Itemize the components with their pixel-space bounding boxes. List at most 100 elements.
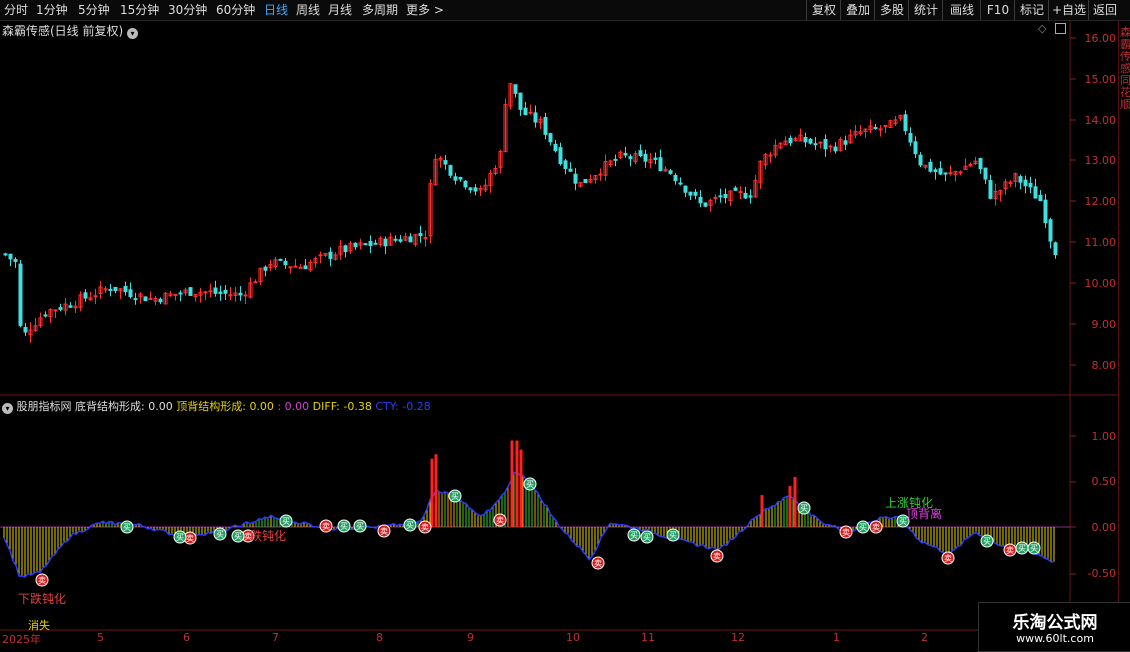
sell-marker-label: 卖 xyxy=(944,554,952,563)
buy-marker-label: 买 xyxy=(451,492,459,501)
candle-body xyxy=(3,253,8,256)
candle-body xyxy=(568,168,573,172)
candle-body xyxy=(448,165,453,176)
watermark-title: 乐淘公式网 xyxy=(1012,613,1098,633)
x-label-jul: 7 xyxy=(272,631,279,644)
chevron-down-icon[interactable]: ▾ xyxy=(2,403,13,414)
buy-marker-label: 买 xyxy=(669,531,677,540)
top-divergence-annotation: 顶背离 xyxy=(906,507,943,521)
candle-body xyxy=(443,160,448,165)
candle-body xyxy=(143,296,148,302)
price-tick-12: 12.00 xyxy=(1084,195,1117,208)
candle-body xyxy=(573,173,578,184)
candle-body xyxy=(988,180,993,199)
candle-body xyxy=(518,92,523,110)
candle-body xyxy=(203,291,208,294)
watermark-url: www.60lt.com xyxy=(1016,632,1094,645)
candle-body xyxy=(878,128,883,131)
candle-body xyxy=(768,154,773,157)
buy-marker-label: 买 xyxy=(643,533,651,542)
candle-body xyxy=(128,289,133,298)
x-label-jan: 1 xyxy=(833,631,840,644)
sell-marker-label: 卖 xyxy=(872,523,880,532)
candle-body xyxy=(18,263,23,326)
candle-body xyxy=(913,141,918,155)
candle-body xyxy=(453,176,458,181)
candle-body xyxy=(318,254,323,257)
sell-marker-label: 卖 xyxy=(186,534,194,543)
candle-body xyxy=(583,179,588,184)
candle-body xyxy=(523,107,528,116)
sell-marker-label: 卖 xyxy=(322,522,330,531)
candle-body xyxy=(353,242,358,248)
candle-body xyxy=(1028,182,1033,188)
candle-body xyxy=(243,294,248,297)
price-tick-9: 9.00 xyxy=(1091,318,1117,331)
separator: : xyxy=(277,400,282,413)
candle-body xyxy=(23,326,28,333)
candle-body xyxy=(528,111,533,114)
candle-body xyxy=(978,157,983,170)
kline-chart[interactable]: 卖卖 卖卖卖 卖卖卖卖卖卖卖卖买买买买买买买买买买买买买买买买买买买 xyxy=(0,0,1130,650)
buy-marker-label: 买 xyxy=(1030,544,1038,553)
candle-body xyxy=(468,187,473,191)
candle-body xyxy=(733,187,738,191)
candle-body xyxy=(643,153,648,162)
buy-marker-label: 买 xyxy=(356,522,364,531)
candle-body xyxy=(933,169,938,173)
candle-body xyxy=(458,176,463,180)
buy-marker-label: 买 xyxy=(216,530,224,539)
candle-body xyxy=(253,281,258,284)
candle-body xyxy=(398,239,403,242)
candle-body xyxy=(328,251,333,259)
buy-marker-label: 买 xyxy=(630,531,638,540)
candle-body xyxy=(958,171,963,174)
candle-body xyxy=(343,245,348,253)
indicator-tick-0.5: 0.50 xyxy=(1091,475,1117,488)
candle-body xyxy=(208,290,213,293)
price-tick-14: 14.00 xyxy=(1084,114,1117,127)
candle-body xyxy=(463,180,468,188)
candle-body xyxy=(213,287,218,294)
candle-body xyxy=(628,156,633,160)
candle-body xyxy=(623,152,628,156)
x-label-2025: 2025年 xyxy=(2,633,41,646)
candle-body xyxy=(873,127,878,130)
candle-body xyxy=(288,266,293,269)
sell-marker-label: 卖 xyxy=(380,527,388,536)
candle-body xyxy=(613,158,618,161)
candle-body xyxy=(563,160,568,169)
candle-body xyxy=(68,305,73,308)
candle-body xyxy=(683,185,688,193)
third-value: 0.00 xyxy=(284,400,310,413)
candle-body xyxy=(928,161,933,172)
price-tick-15: 15.00 xyxy=(1084,73,1117,86)
candle-body xyxy=(713,196,718,199)
candle-body xyxy=(943,172,948,175)
down-dull-annotation: 下跌钝化 xyxy=(18,592,67,606)
buy-marker-label: 买 xyxy=(1018,544,1026,553)
candle-body xyxy=(548,133,553,143)
x-label-feb: 2 xyxy=(921,631,928,644)
diff-value: -0.38 xyxy=(343,400,372,413)
candle-body xyxy=(703,202,708,207)
candle-body xyxy=(383,238,388,247)
candle-body xyxy=(83,292,88,299)
price-tick-13: 13.00 xyxy=(1084,154,1117,167)
indicator-title: ▾ 股朋指标网 底背结构形成: 0.00 顶背结构形成: 0.00 : 0.00… xyxy=(2,398,431,414)
candle-body xyxy=(718,195,723,198)
side-info-panel-edge[interactable]: 森霸传感同花顺 xyxy=(1118,21,1130,630)
candle-body xyxy=(743,192,748,199)
price-tick-11: 11.00 xyxy=(1084,236,1117,249)
candle-body xyxy=(983,167,988,180)
candle-body xyxy=(8,253,13,260)
candle-body xyxy=(393,238,398,241)
candle-body xyxy=(1023,179,1028,187)
candle-body xyxy=(673,174,678,182)
watermark-logo: 乐淘公式网 www.60lt.com xyxy=(978,602,1130,652)
candle-body xyxy=(808,138,813,144)
candle-body xyxy=(1053,242,1058,256)
candle-body xyxy=(43,314,48,317)
candle-body xyxy=(543,117,548,135)
price-tick-8: 8.00 xyxy=(1091,359,1117,372)
